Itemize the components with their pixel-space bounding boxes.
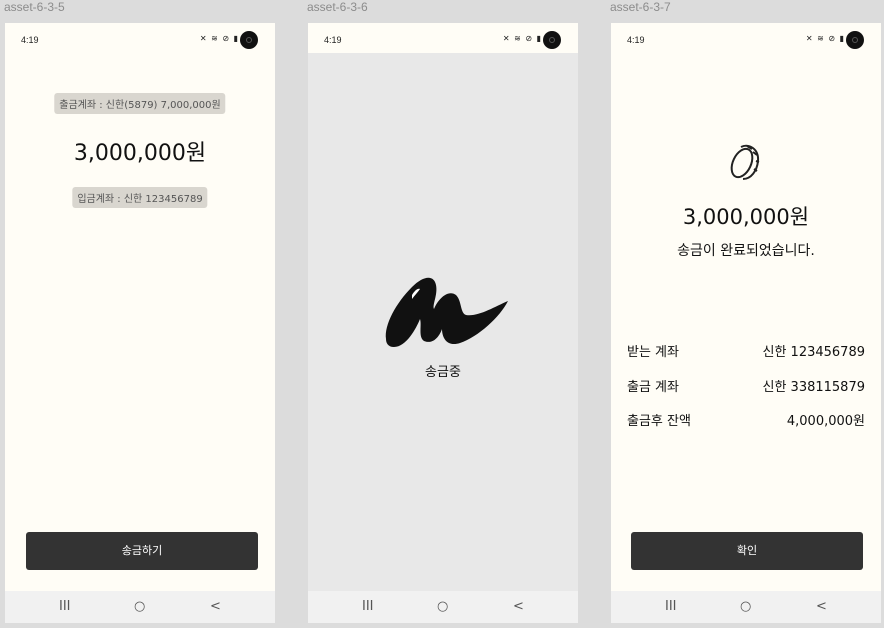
status-icons: ✕ ≋ ⊘ ▮ [502, 34, 542, 43]
nav-bar: III ○ < [5, 591, 275, 623]
status-time: 4:19 [627, 35, 645, 45]
home-button[interactable]: ○ [740, 599, 751, 614]
nav-bar: III ○ < [308, 591, 578, 623]
frame-label-2: asset-6-3-6 [307, 0, 368, 14]
loading-text: 송금중 [425, 365, 461, 380]
home-button[interactable]: ○ [134, 599, 145, 614]
phone-screen-loading: 4:19 ✕ ≋ ⊘ ▮ 송금중 III ○ < [308, 23, 578, 623]
loading-brush-icon [385, 277, 508, 347]
withdraw-account-row: 출금 계좌 신한 338115879 [627, 376, 865, 395]
status-time: 4:19 [21, 35, 39, 45]
complete-message: 송금이 완료되었습니다. [677, 243, 815, 259]
send-money-button[interactable]: 송금하기 [26, 532, 258, 570]
camera-icon [846, 31, 864, 49]
frame-label-1: asset-6-3-5 [4, 0, 65, 14]
camera-icon [240, 31, 258, 49]
row-value: 신한 123456789 [762, 345, 866, 360]
status-time: 4:19 [324, 35, 342, 45]
back-button[interactable]: < [513, 599, 524, 614]
row-value: 신한 338115879 [762, 380, 866, 395]
row-label: 출금 계좌 [627, 380, 679, 395]
confirm-button[interactable]: 확인 [631, 532, 863, 570]
status-bar: 4:19 ✕ ≋ ⊘ ▮ [611, 23, 881, 53]
deposit-account-chip: 입금계좌 : 신한 123456789 [72, 187, 208, 208]
back-button[interactable]: < [816, 599, 827, 614]
row-label: 출금후 잔액 [627, 414, 691, 429]
recent-apps-button[interactable]: III [362, 599, 374, 614]
phone-screen-complete: 4:19 ✕ ≋ ⊘ ▮ 3,000,000원 송금이 완료되었습니다. 받는 … [611, 23, 881, 623]
frame-label-3: asset-6-3-7 [610, 0, 671, 14]
recent-apps-button[interactable]: III [59, 599, 71, 614]
home-button[interactable]: ○ [437, 599, 448, 614]
coin-icon [730, 144, 760, 180]
phone-screen-transfer: 4:19 ✕ ≋ ⊘ ▮ 출금계좌 : 신한(5879) 7,000,000원 … [5, 23, 275, 623]
status-bar: 4:19 ✕ ≋ ⊘ ▮ [308, 23, 578, 53]
row-value: 4,000,000원 [786, 414, 865, 429]
withdraw-account-chip: 출금계좌 : 신한(5879) 7,000,000원 [54, 93, 226, 114]
completed-amount: 3,000,000원 [682, 205, 810, 229]
transfer-amount: 3,000,000원 [73, 141, 207, 166]
receive-account-row: 받는 계좌 신한 123456789 [627, 341, 865, 360]
recent-apps-button[interactable]: III [665, 599, 677, 614]
row-label: 받는 계좌 [627, 345, 679, 360]
status-icons: ✕ ≋ ⊘ ▮ [199, 34, 239, 43]
nav-bar: III ○ < [611, 591, 881, 623]
status-bar: 4:19 ✕ ≋ ⊘ ▮ [5, 23, 275, 53]
camera-icon [543, 31, 561, 49]
status-icons: ✕ ≋ ⊘ ▮ [805, 34, 845, 43]
back-button[interactable]: < [210, 599, 221, 614]
balance-row: 출금후 잔액 4,000,000원 [627, 410, 865, 429]
